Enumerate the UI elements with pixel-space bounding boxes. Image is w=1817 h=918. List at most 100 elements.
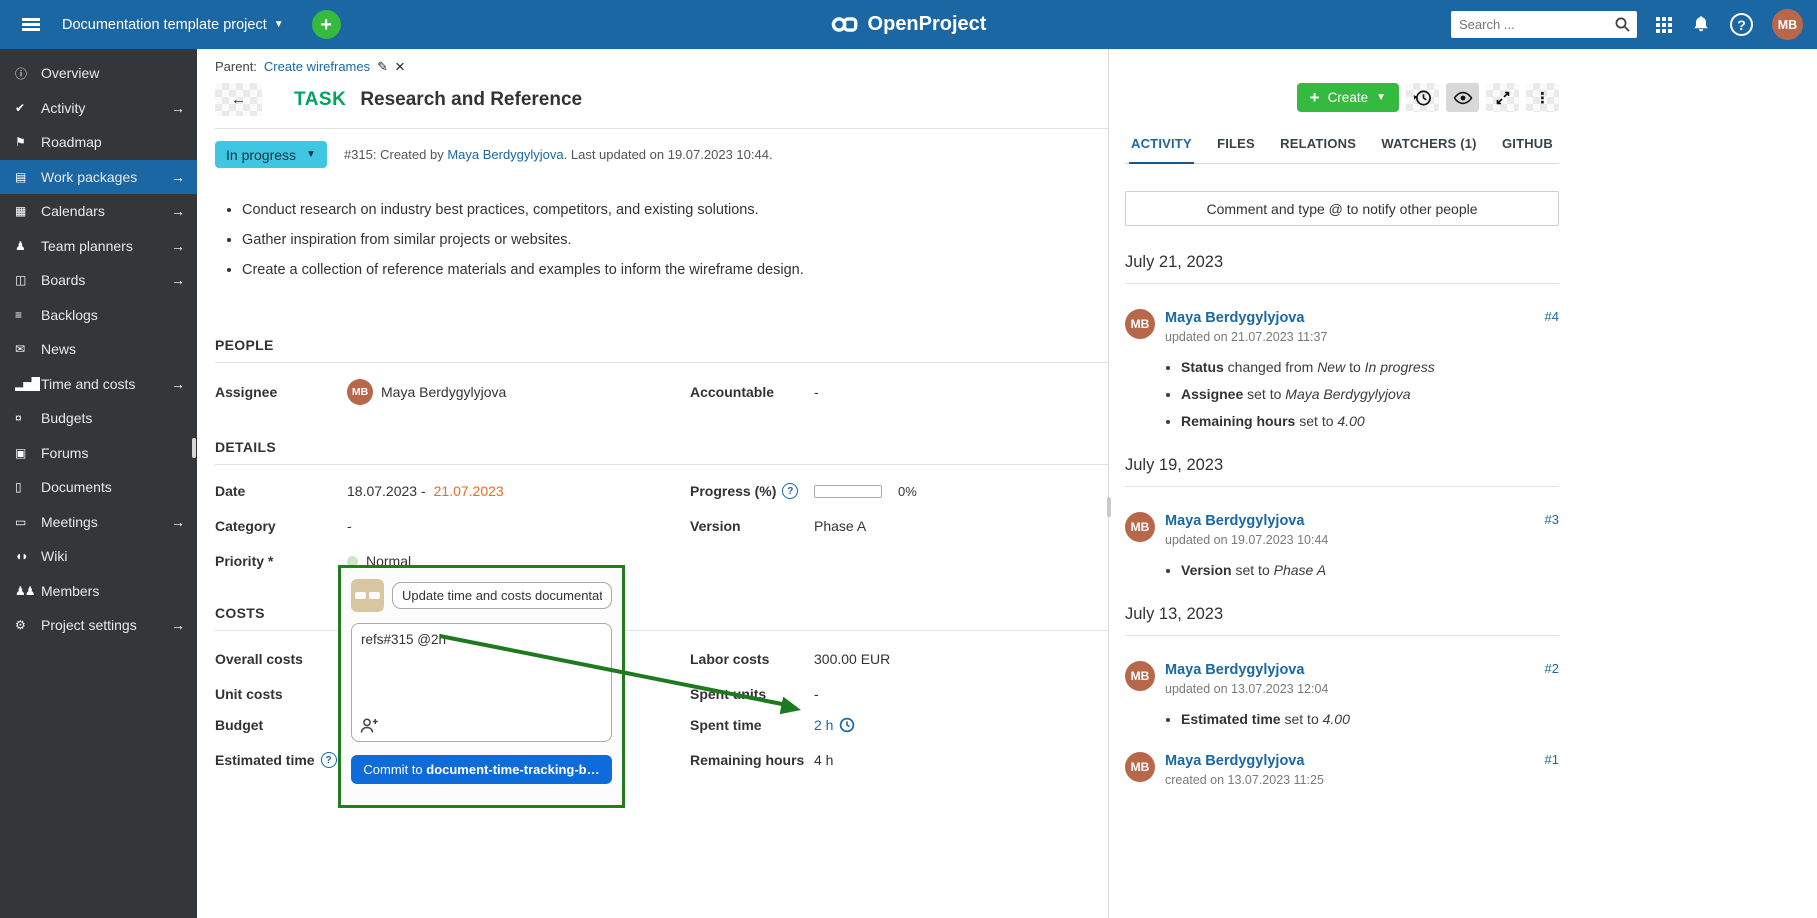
labor-costs-value[interactable]: 300.00 EUR	[814, 651, 890, 667]
sidebar-item-project-settings[interactable]: ⚙ Project settings →	[0, 608, 197, 643]
tab-relations[interactable]: RELATIONS	[1278, 127, 1358, 164]
remove-parent-close-icon[interactable]: ×	[395, 58, 405, 75]
section-title-people: PEOPLE	[215, 337, 1108, 353]
modules-grid-button[interactable]	[1656, 17, 1672, 33]
activity-user-link[interactable]: Maya Berdygylyjova	[1165, 753, 1304, 769]
help-icon[interactable]: ?	[782, 483, 798, 499]
activity-user-link[interactable]: Maya Berdygylyjova	[1165, 310, 1304, 326]
sidebar-item-budgets[interactable]: ¤ Budgets →	[0, 401, 197, 436]
sidebar-resize-handle[interactable]	[192, 438, 196, 458]
search-box[interactable]	[1451, 11, 1637, 38]
sidebar-item-label: Boards	[41, 272, 85, 288]
sidebar-item-overview[interactable]: ⓘ Overview →	[0, 56, 197, 91]
status-dropdown[interactable]: In progress ▼	[215, 141, 327, 168]
version-value[interactable]: Phase A	[814, 518, 866, 534]
submenu-arrow-icon[interactable]: →	[171, 203, 185, 219]
create-button[interactable]: + Create ▼	[1297, 83, 1399, 112]
sidebar-item-news[interactable]: ✉ News →	[0, 332, 197, 367]
sidebar-item-label: Calendars	[41, 203, 105, 219]
watch-eye-button[interactable]	[1446, 83, 1479, 112]
topbar: Documentation template project ▼ + OpenP…	[0, 0, 1817, 49]
submenu-arrow-icon[interactable]: →	[171, 272, 185, 288]
description[interactable]: Conduct research on industry best practi…	[215, 200, 1108, 281]
accountable-label: Accountable	[690, 384, 814, 400]
search-input[interactable]	[1453, 17, 1614, 32]
sidebar-item-meetings[interactable]: ▭ Meetings →	[0, 505, 197, 540]
activity-number-link[interactable]: #2	[1545, 661, 1559, 676]
sidebar-item-team-planners[interactable]: ♟ Team planners →	[0, 229, 197, 264]
submenu-arrow-icon[interactable]: →	[171, 617, 185, 633]
commit-button[interactable]: Commit to document-time-tracking-b…	[351, 755, 612, 784]
tab-github[interactable]: GITHUB	[1500, 127, 1555, 164]
activity-entry: MB Maya Berdygylyjova updated on 21.07.2…	[1125, 309, 1559, 429]
author-link[interactable]: Maya Berdygylyjova	[447, 147, 563, 162]
more-options-button[interactable]: ⋮	[1526, 83, 1559, 112]
activity-user-link[interactable]: Maya Berdygylyjova	[1165, 662, 1304, 678]
accountable-value[interactable]: -	[814, 384, 819, 400]
sidebar-item-work-packages[interactable]: ▤ Work packages →	[0, 160, 197, 195]
back-button[interactable]: ←	[215, 83, 262, 116]
submenu-arrow-icon[interactable]: →	[171, 169, 185, 185]
baseline-comparison-button[interactable]	[1406, 83, 1439, 112]
progress-bar	[814, 485, 882, 498]
description-bullet: Gather inspiration from similar projects…	[242, 230, 1108, 251]
activity-change: Remaining hours set to 4.00	[1181, 413, 1559, 429]
category-value[interactable]: -	[347, 518, 352, 534]
edit-parent-pencil-icon[interactable]: ✎	[377, 59, 388, 75]
title-row: ← TASK Research and Reference	[215, 83, 1108, 116]
activity-number-link[interactable]: #3	[1545, 512, 1559, 527]
sidebar-item-wiki[interactable]: ◖◗ Wiki →	[0, 539, 197, 574]
assignee-value[interactable]: MB Maya Berdygylyjova	[347, 379, 506, 405]
tab-activity[interactable]: ACTIVITY	[1129, 127, 1194, 164]
user-avatar[interactable]: MB	[1772, 9, 1803, 40]
parent-link[interactable]: Create wireframes	[264, 59, 370, 74]
sidebar-item-backlogs[interactable]: ≡ Backlogs →	[0, 298, 197, 333]
openproject-logo[interactable]: OpenProject	[831, 13, 987, 36]
submenu-arrow-icon[interactable]: →	[171, 100, 185, 116]
add-coauthor-icon[interactable]	[360, 717, 379, 734]
submenu-arrow-icon[interactable]: →	[171, 376, 185, 392]
remaining-hours-value[interactable]: 4 h	[814, 752, 833, 768]
work-package-type[interactable]: TASK	[294, 89, 346, 111]
panel-resize-handle[interactable]	[1107, 497, 1111, 517]
tab-files[interactable]: FILES	[1215, 127, 1257, 164]
hamburger-menu-button[interactable]	[14, 8, 48, 42]
activity-number-link[interactable]: #4	[1545, 309, 1559, 324]
avatar: MB	[347, 379, 373, 405]
kebab-icon: ⋮	[1535, 89, 1550, 107]
sidebar-item-members[interactable]: ♟♟ Members →	[0, 574, 197, 609]
commit-summary-input[interactable]	[392, 582, 612, 609]
sidebar-item-roadmap[interactable]: ⚑ Roadmap →	[0, 125, 197, 160]
sidebar-item-documents[interactable]: ▯ Documents →	[0, 470, 197, 505]
project-selector[interactable]: Documentation template project ▼	[56, 16, 290, 34]
project-sidebar: ⓘ Overview → ✔ Activity → ⚑ Roadmap →	[0, 49, 197, 918]
sidebar-item-forums[interactable]: ▣ Forums →	[0, 436, 197, 471]
submenu-arrow-icon[interactable]: →	[171, 238, 185, 254]
sidebar-item-label: Forums	[41, 445, 88, 461]
date-value[interactable]: 18.07.2023 - 21.07.2023	[347, 483, 504, 499]
comment-input[interactable]: Comment and type @ to notify other peopl…	[1125, 191, 1559, 226]
checkmark-icon: ✔	[15, 101, 41, 115]
sidebar-item-time-and-costs[interactable]: ▂▅█ Time and costs →	[0, 367, 197, 402]
activity-change: Estimated time set to 4.00	[1181, 711, 1559, 727]
global-add-button[interactable]: +	[312, 10, 341, 39]
spent-time-value[interactable]: 2 h	[814, 717, 855, 733]
help-button[interactable]: ?	[1730, 13, 1753, 36]
tab-watchers[interactable]: WATCHERS (1)	[1379, 127, 1478, 164]
help-icon[interactable]: ?	[321, 752, 337, 768]
fullscreen-button[interactable]	[1486, 83, 1519, 112]
notifications-button[interactable]	[1691, 15, 1711, 35]
work-package-title[interactable]: Research and Reference	[360, 89, 582, 111]
sidebar-item-boards[interactable]: ◫ Boards →	[0, 263, 197, 298]
estimated-time-label: Estimated time?	[215, 752, 347, 768]
commit-description-textarea[interactable]: refs#315 @2h	[351, 623, 612, 742]
activity-timestamp: updated on 19.07.2023 10:44	[1165, 533, 1559, 547]
progress-value[interactable]: 0%	[814, 484, 917, 499]
sidebar-item-activity[interactable]: ✔ Activity →	[0, 91, 197, 126]
sidebar-item-calendars[interactable]: ▦ Calendars →	[0, 194, 197, 229]
unit-costs-label: Unit costs	[215, 686, 347, 702]
activity-number-link[interactable]: #1	[1545, 752, 1559, 767]
activity-user-link[interactable]: Maya Berdygylyjova	[1165, 513, 1304, 529]
submenu-arrow-icon[interactable]: →	[171, 514, 185, 530]
spent-units-value[interactable]: -	[814, 686, 819, 702]
